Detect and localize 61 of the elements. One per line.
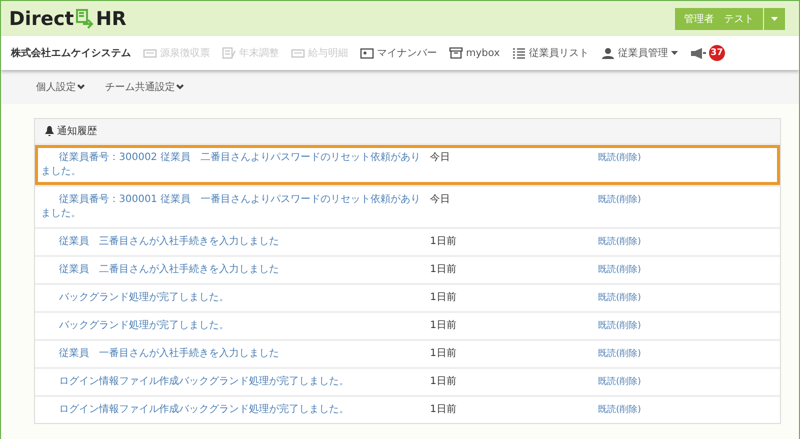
notification-row[interactable]: 従業員 一番目さんが入社手続きを入力しました 1日前 既読(削除): [35, 341, 780, 367]
chevron-down-icon: [77, 84, 85, 90]
logo-text: Direct: [9, 8, 74, 30]
notification-time: 1日前: [429, 403, 458, 417]
mark-read-link[interactable]: 既読(削除): [598, 235, 772, 249]
person-icon: [600, 47, 615, 59]
notification-time: 1日前: [429, 235, 458, 249]
mark-read-link[interactable]: 既読(削除): [598, 151, 772, 165]
list-icon: [512, 47, 526, 59]
megaphone-icon[interactable]: [690, 48, 706, 58]
notification-count-badge: 37: [708, 45, 725, 61]
notification-row[interactable]: 従業員番号：300002 従業員 二番目さんよりパスワードのリセット依頼がありました。 今日 既読(削除): [35, 145, 780, 185]
card-icon: [291, 47, 305, 59]
notification-time: 1日前: [429, 291, 458, 305]
notification-message[interactable]: 従業員番号：300002 従業員 二番目さんよりパスワードのリセット依頼がありました。: [41, 151, 426, 179]
notification-message[interactable]: バックグランド処理が完了しました。: [41, 319, 426, 333]
logo-text: HR: [96, 8, 126, 30]
mark-read-link[interactable]: 既読(削除): [598, 193, 772, 207]
nav-link[interactable]: マイナンバー: [360, 46, 437, 60]
notification-message[interactable]: ログイン情報ファイル作成バックグランド処理が完了しました。: [41, 375, 426, 389]
notification-time: 1日前: [429, 375, 458, 389]
mark-read-link[interactable]: 既読(削除): [598, 263, 772, 277]
notification-time: 1日前: [429, 319, 458, 333]
mark-read-link[interactable]: 既読(削除): [598, 319, 772, 333]
notification-message[interactable]: 従業員 三番目さんが入社手続きを入力しました: [41, 235, 426, 249]
notification-message[interactable]: バックグランド処理が完了しました。: [41, 291, 426, 305]
caret-icon: [670, 51, 678, 55]
box-icon: [449, 47, 463, 59]
notification-row[interactable]: バックグランド処理が完了しました。 1日前 既読(削除): [35, 285, 780, 311]
mark-read-link[interactable]: 既読(削除): [598, 347, 772, 361]
id-card-icon: [360, 47, 374, 59]
nav-link[interactable]: 従業員リスト: [512, 46, 589, 60]
chevron-down-icon: [176, 84, 184, 90]
notification-row[interactable]: 従業員 二番目さんが入社手続きを入力しました 1日前 既読(削除): [35, 257, 780, 283]
notification-message[interactable]: 従業員 一番目さんが入社手続きを入力しました: [41, 347, 426, 361]
nav-link[interactable]: 従業員管理: [600, 46, 678, 60]
bell-icon: [45, 126, 54, 136]
settings-menu[interactable]: チーム共通設定: [105, 80, 184, 94]
mark-read-link[interactable]: 既読(削除): [598, 291, 772, 305]
notification-row[interactable]: ログイン情報ファイル作成バックグランド処理が完了しました。 1日前 既読(削除): [35, 397, 780, 423]
notification-row[interactable]: バックグランド処理が完了しました。 1日前 既読(削除): [35, 313, 780, 339]
document-arrow-icon: [74, 8, 95, 30]
notification-message[interactable]: 従業員番号：300001 従業員 一番目さんよりパスワードのリセット依頼がありました。: [41, 193, 426, 221]
notification-time: 今日: [429, 193, 451, 207]
notification-time: 1日前: [429, 263, 458, 277]
notification-row[interactable]: 従業員 三番目さんが入社手続きを入力しました 1日前 既読(削除): [35, 229, 780, 255]
caret-icon: [771, 17, 778, 21]
document-icon: [222, 47, 236, 59]
nav-link[interactable]: mybox: [449, 47, 500, 59]
notification-row[interactable]: 従業員番号：300001 従業員 一番目さんよりパスワードのリセット依頼がありました。 今日 既読(削除): [35, 187, 780, 227]
mark-read-link[interactable]: 既読(削除): [598, 375, 772, 389]
notification-message[interactable]: ログイン情報ファイル作成バックグランド処理が完了しました。: [41, 403, 426, 417]
company-name: 株式会社エムケイシステム: [11, 46, 131, 60]
notification-time: 1日前: [429, 347, 458, 361]
card-icon: [143, 47, 157, 59]
notification-row[interactable]: ログイン情報ファイル作成バックグランド処理が完了しました。 1日前 既読(削除): [35, 369, 780, 395]
mark-read-link[interactable]: 既読(削除): [598, 403, 772, 417]
panel-title: 通知履歴: [57, 124, 97, 138]
notification-message[interactable]: 従業員 二番目さんが入社手続きを入力しました: [41, 263, 426, 277]
notification-time: 今日: [429, 151, 451, 165]
settings-menu[interactable]: 個人設定: [36, 80, 85, 94]
